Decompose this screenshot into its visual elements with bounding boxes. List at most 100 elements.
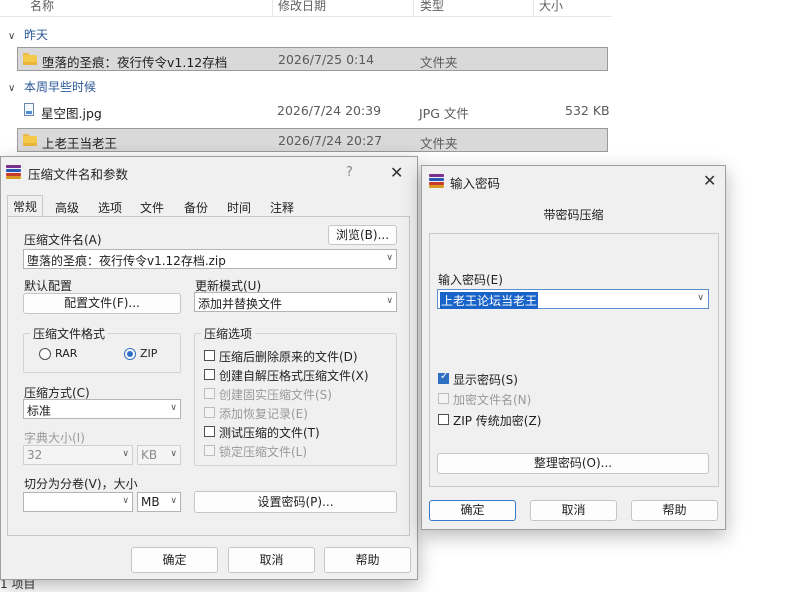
group-header-yesterday[interactable]: ∨ 昨天 [8,26,48,43]
method-select[interactable]: 标准 ∨ [23,399,181,419]
column-separator[interactable] [272,0,273,16]
chevron-down-icon: ∨ [8,31,16,42]
dialog-title: 输入密码 [450,176,501,191]
tab-backup[interactable]: 备份 [178,197,214,217]
file-type: 文件夹 [420,55,458,70]
recovery-record-label: 添加恢复记录(E) [219,407,308,421]
format-rar-label[interactable]: RAR [55,347,77,360]
cancel-button[interactable]: 取消 [228,547,315,573]
method-value: 标准 [27,404,52,418]
archive-name-label: 压缩文件名(A) [24,233,102,247]
dict-unit-value: KB [141,448,158,462]
encrypt-filenames-label: 加密文件名(N) [453,393,532,407]
ok-button[interactable]: 确定 [131,547,218,573]
dict-size-label: 字典大小(I) [24,431,85,445]
archive-name-combo[interactable]: 堕落的圣痕：夜行传令v1.12存档.zip ∨ [23,249,397,269]
dialog-titlebar[interactable]: 输入密码 ✕ [422,166,725,196]
chevron-down-icon: ∨ [122,449,129,459]
help-button[interactable]: 帮助 [324,547,411,573]
archive-format-title: 压缩文件格式 [30,325,109,342]
delete-after-label[interactable]: 压缩后删除原来的文件(D) [219,348,358,365]
zip-legacy-encryption-checkbox[interactable] [438,414,449,425]
split-unit-value: MB [141,495,160,509]
chevron-down-icon[interactable]: ∨ [697,293,704,303]
tab-general[interactable]: 常规 [7,195,43,217]
winrar-icon [6,165,21,179]
help-icon[interactable]: ? [346,165,353,180]
group-label: 本周早些时候 [24,80,97,94]
tab-time[interactable]: 时间 [221,197,257,217]
dict-size-select: 32 ∨ [23,445,133,465]
file-row[interactable]: 星空图.jpg 2026/7/24 20:39 JPG 文件 532 KB [17,99,610,123]
chevron-down-icon: ∨ [170,403,177,413]
group-label: 昨天 [24,28,49,42]
dict-size-value: 32 [27,448,43,462]
test-archive-checkbox[interactable] [204,426,215,437]
ok-button[interactable]: 确定 [429,500,516,521]
cancel-button[interactable]: 取消 [530,500,617,521]
sfx-checkbox[interactable] [204,369,215,380]
tab-advanced[interactable]: 高级 [50,197,84,217]
format-rar-radio[interactable] [39,348,51,360]
column-type[interactable]: 类型 [420,0,444,14]
dict-unit-select: KB ∨ [137,445,181,465]
default-profile-label: 默认配置 [24,279,73,293]
image-file-icon [24,103,34,116]
chevron-down-icon: ∨ [8,83,16,94]
folder-icon [23,134,37,146]
password-input[interactable]: 上老王论坛当老王 ∨ [437,289,709,309]
enter-password-dialog: 输入密码 ✕ 带密码压缩 [421,165,726,530]
solid-label: 创建固实压缩文件(S) [219,388,332,402]
show-password-label[interactable]: 显示密码(S) [453,371,518,388]
zip-legacy-encryption-label[interactable]: ZIP 传统加密(Z) [453,412,541,429]
browse-button[interactable]: 浏览(B)... [328,225,397,245]
show-password-checkbox[interactable] [438,371,449,384]
file-date: 2026/7/25 0:14 [278,52,375,67]
winrar-icon [429,174,444,188]
chevron-down-icon: ∨ [170,449,177,459]
dialog-titlebar[interactable]: 压缩文件名和参数 ? ✕ [1,157,417,187]
update-mode-select[interactable]: 添加并替换文件 ∨ [194,292,397,312]
format-zip-label[interactable]: ZIP [140,347,157,360]
solid-checkbox [204,388,215,399]
sfx-label[interactable]: 创建自解压格式压缩文件(X) [219,367,369,384]
split-size-input[interactable]: ∨ [23,492,133,512]
tab-comment[interactable]: 注释 [264,197,300,217]
column-size[interactable]: 大小 [539,0,563,14]
file-type: JPG 文件 [419,106,469,121]
archive-options-title: 压缩选项 [201,325,256,342]
format-zip-radio[interactable] [124,348,136,360]
column-separator[interactable] [533,0,534,16]
column-date[interactable]: 修改日期 [278,0,326,14]
tab-options[interactable]: 选项 [92,197,128,217]
file-size: 532 KB [565,103,610,118]
column-name[interactable]: 名称 [30,0,54,14]
password-value: 上老王论坛当老王 [440,292,539,309]
file-row[interactable]: 堕落的圣痕：夜行传令v1.12存档 2026/7/25 0:14 文件夹 [17,47,608,71]
file-name: 堕落的圣痕：夜行传令v1.12存档 [42,55,228,70]
profiles-button[interactable]: 配置文件(F)... [23,293,181,314]
lock-archive-label: 锁定压缩文件(L) [219,445,308,459]
chevron-down-icon: ∨ [386,253,393,263]
close-icon[interactable]: ✕ [703,173,716,189]
delete-after-checkbox[interactable] [204,350,215,361]
split-volumes-label: 切分为分卷(V)，大小 [24,477,138,491]
recovery-record-checkbox [204,407,215,418]
organize-passwords-button[interactable]: 整理密码(O)... [437,453,709,474]
update-mode-value: 添加并替换文件 [198,297,283,311]
folder-icon [23,53,37,65]
group-header-earlier-this-week[interactable]: ∨ 本周早些时候 [8,78,96,95]
chevron-down-icon: ∨ [170,496,177,506]
split-unit-select[interactable]: MB ∨ [137,492,181,512]
file-row[interactable]: 上老王当老王 2026/7/24 20:27 文件夹 [17,128,608,152]
tab-files[interactable]: 文件 [135,197,169,217]
help-button[interactable]: 帮助 [631,500,718,521]
file-date: 2026/7/24 20:39 [277,103,382,118]
close-icon[interactable]: ✕ [390,165,403,181]
dialog-title: 压缩文件名和参数 [28,167,129,182]
file-type: 文件夹 [420,136,458,151]
column-separator[interactable] [413,0,414,16]
set-password-button[interactable]: 设置密码(P)... [194,491,397,513]
test-archive-label[interactable]: 测试压缩的文件(T) [219,424,320,441]
enter-password-label: 输入密码(E) [438,273,503,287]
